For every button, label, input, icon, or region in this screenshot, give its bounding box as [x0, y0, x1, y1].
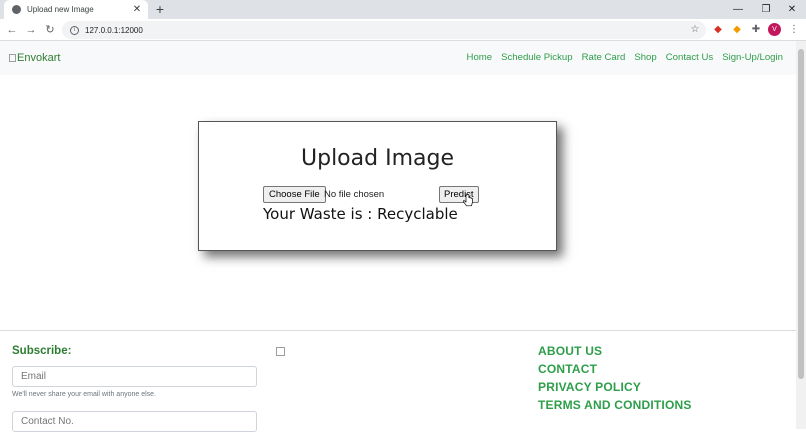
nav-menu: Home Schedule Pickup Rate Card Shop Cont… — [467, 52, 783, 63]
upload-heading: Upload Image — [301, 146, 454, 171]
scrollbar[interactable] — [796, 41, 806, 429]
menu-dots-icon[interactable]: ⋮ — [788, 24, 800, 36]
scrollbar-thumb[interactable] — [798, 49, 804, 379]
star-icon[interactable]: ☆ — [689, 24, 701, 36]
link-about-us[interactable]: ABOUT US — [538, 344, 692, 358]
hand-cursor-icon — [463, 194, 473, 207]
subscribe-title: Subscribe: — [12, 345, 72, 357]
email-field[interactable] — [12, 366, 257, 387]
nav-schedule-pickup[interactable]: Schedule Pickup — [501, 52, 572, 63]
upload-card: Upload Image Choose File No file chosen … — [198, 121, 557, 251]
site-navbar: Envokart Home Schedule Pickup Rate Card … — [0, 41, 796, 75]
browser-toolbar: ← → ↻ i 127.0.0.1:12000 ☆ ◆ ◆ ✚ V ⋮ — [0, 19, 806, 41]
extension-red-icon[interactable]: ◆ — [712, 24, 724, 36]
link-privacy-policy[interactable]: PRIVACY POLICY — [538, 380, 692, 394]
maximize-button[interactable]: ❐ — [752, 0, 780, 19]
broken-image-icon — [276, 347, 285, 356]
broken-image-icon — [9, 54, 16, 62]
nav-rate-card[interactable]: Rate Card — [582, 52, 626, 63]
nav-contact-us[interactable]: Contact Us — [666, 52, 713, 63]
email-hint: We'll never share your email with anyone… — [12, 391, 156, 398]
tab-title: Upload new Image — [27, 5, 94, 14]
url-text: 127.0.0.1:12000 — [85, 25, 143, 35]
avatar[interactable]: V — [768, 23, 781, 36]
tab-close-icon[interactable]: ✕ — [130, 4, 144, 15]
logo-alt-text: Envokart — [17, 52, 61, 64]
footer: Subscribe: We'll never share your email … — [0, 330, 796, 432]
link-terms-and-conditions[interactable]: TERMS AND CONDITIONS — [538, 398, 692, 412]
nav-signup-login[interactable]: Sign-Up/Login — [722, 52, 783, 63]
minimize-button[interactable]: — — [724, 0, 752, 19]
footer-links: ABOUT US CONTACT PRIVACY POLICY TERMS AN… — [538, 344, 692, 412]
address-bar[interactable]: i 127.0.0.1:12000 — [62, 21, 706, 39]
file-status-text: No file chosen — [324, 189, 385, 200]
logo[interactable]: Envokart — [9, 52, 60, 64]
close-window-button[interactable]: ✕ — [778, 0, 806, 19]
globe-icon — [12, 5, 21, 14]
link-contact[interactable]: CONTACT — [538, 362, 692, 376]
puzzle-icon[interactable]: ✚ — [750, 24, 762, 36]
nav-home[interactable]: Home — [467, 52, 493, 63]
browser-tab[interactable]: Upload new Image ✕ — [4, 0, 148, 19]
forward-arrow-icon[interactable]: → — [23, 22, 39, 38]
prediction-result: Your Waste is : Recyclable — [263, 205, 458, 223]
info-icon[interactable]: i — [70, 25, 79, 35]
back-arrow-icon[interactable]: ← — [4, 22, 20, 38]
browser-tab-bar: Upload new Image ✕ + — ❐ ✕ — [0, 0, 806, 19]
reload-icon[interactable]: ↻ — [42, 22, 58, 38]
choose-file-button[interactable]: Choose File — [263, 186, 326, 203]
extension-orange-icon[interactable]: ◆ — [731, 24, 743, 36]
nav-shop[interactable]: Shop — [634, 52, 656, 63]
new-tab-button[interactable]: + — [152, 1, 168, 17]
